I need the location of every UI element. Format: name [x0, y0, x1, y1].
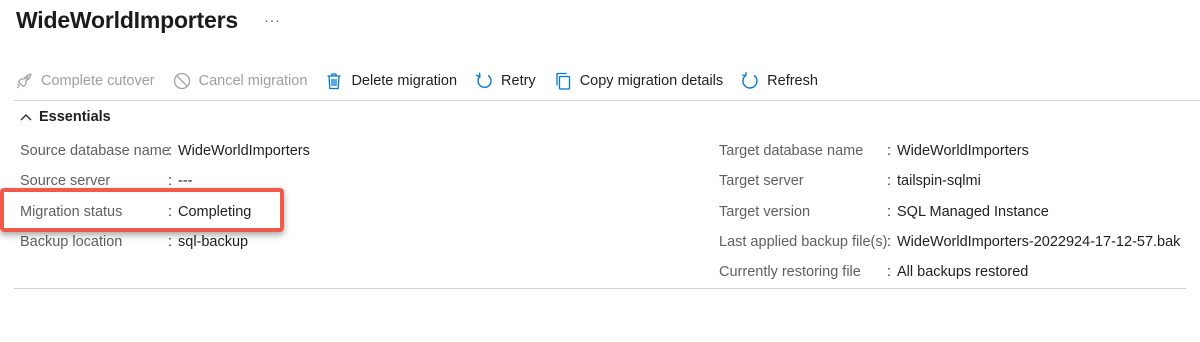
property-separator: : — [168, 204, 173, 220]
page-title: WideWorldImporters — [16, 6, 238, 33]
delete-migration-button[interactable]: Delete migration — [324, 66, 457, 96]
retry-label: Retry — [501, 73, 536, 89]
property-separator: : — [887, 234, 892, 250]
rocket-icon — [14, 71, 34, 91]
property-value: WideWorldImporters-2022924-17-12-57.bak — [897, 234, 1181, 250]
essentials-divider — [14, 288, 1186, 289]
retry-button[interactable]: Retry — [474, 66, 536, 96]
copy-migration-details-label: Copy migration details — [579, 73, 724, 89]
title-row: WideWorldImporters ··· — [16, 3, 281, 37]
complete-cutover-label: Complete cutover — [41, 73, 155, 89]
cancel-icon — [172, 71, 192, 91]
refresh-icon — [740, 71, 760, 91]
refresh-button[interactable]: Refresh — [740, 66, 818, 96]
property-target-version: Target version : SQL Managed Instance — [719, 202, 1049, 222]
property-value: tailspin-sqlmi — [897, 173, 981, 189]
copy-icon — [553, 71, 573, 91]
toolbar-divider — [14, 100, 1200, 101]
property-value: WideWorldImporters — [178, 143, 310, 159]
property-value: Completing — [178, 204, 252, 220]
copy-migration-details-button[interactable]: Copy migration details — [553, 66, 723, 96]
property-source-database-name: Source database name : WideWorldImporter… — [20, 141, 310, 161]
property-label: Backup location — [20, 234, 123, 250]
property-source-server: Source server : --- — [20, 171, 193, 191]
property-target-database-name: Target database name : WideWorldImporter… — [719, 141, 1029, 161]
command-bar: Complete cutover Cancel migration Delete… — [14, 66, 835, 96]
refresh-label: Refresh — [767, 73, 818, 89]
more-options-button[interactable]: ··· — [264, 12, 281, 28]
essentials-label: Essentials — [39, 109, 111, 125]
chevron-up-icon — [20, 109, 32, 125]
property-separator: : — [168, 234, 173, 250]
property-separator: : — [887, 173, 892, 189]
property-backup-location: Backup location : sql-backup — [20, 232, 248, 252]
property-target-server: Target server : tailspin-sqlmi — [719, 171, 981, 191]
property-last-applied-backup-files: Last applied backup file(s) : WideWorldI… — [719, 232, 1180, 252]
property-value: sql-backup — [178, 234, 249, 250]
property-separator: : — [887, 204, 892, 220]
property-label: Target database name — [719, 143, 864, 159]
property-label: Target version — [719, 204, 811, 220]
delete-migration-label: Delete migration — [351, 73, 458, 89]
property-label: Source server — [20, 173, 111, 189]
property-separator: : — [887, 143, 892, 159]
property-value: WideWorldImporters — [897, 143, 1029, 159]
property-label: Migration status — [20, 204, 123, 220]
property-value: All backups restored — [897, 264, 1029, 280]
property-currently-restoring-file: Currently restoring file : All backups r… — [719, 262, 1028, 282]
cancel-migration-button[interactable]: Cancel migration — [172, 66, 308, 96]
property-value: SQL Managed Instance — [897, 204, 1049, 220]
property-label: Target server — [719, 173, 804, 189]
property-migration-status: Migration status : Completing — [20, 202, 251, 222]
property-value: --- — [178, 173, 193, 189]
cancel-migration-label: Cancel migration — [198, 73, 308, 89]
complete-cutover-button[interactable]: Complete cutover — [14, 66, 155, 96]
essentials-toggle[interactable]: Essentials — [20, 107, 111, 127]
property-label: Last applied backup file(s) — [719, 234, 888, 250]
property-label: Source database name — [20, 143, 170, 159]
property-separator: : — [168, 173, 173, 189]
property-separator: : — [887, 264, 892, 280]
retry-icon — [474, 71, 494, 91]
property-separator: : — [168, 143, 173, 159]
trash-icon — [324, 71, 344, 91]
property-label: Currently restoring file — [719, 264, 861, 280]
